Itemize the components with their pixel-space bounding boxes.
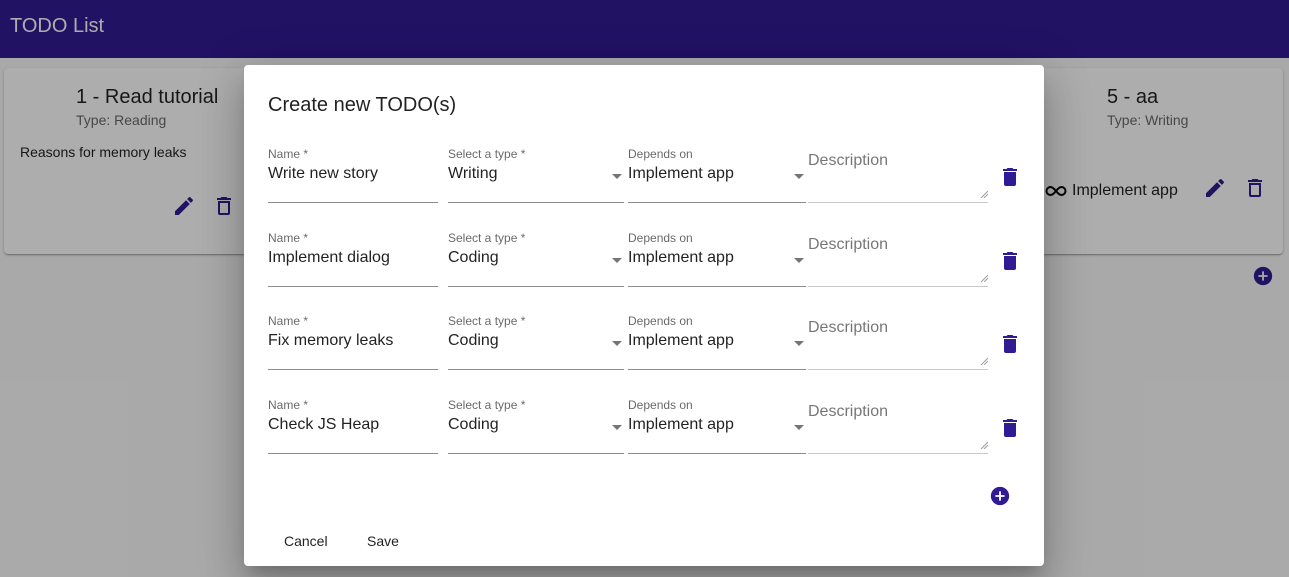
todo-form-row: Name * Implement dialog Select a type * … [268,231,1018,291]
todo-form-row: Name * Write new story Select a type * W… [268,147,1018,207]
resize-handle-icon[interactable] [980,274,988,282]
name-label: Name * [268,314,309,328]
depends-select[interactable]: Depends on Implement app [628,147,806,203]
depends-select[interactable]: Depends on Implement app [628,398,806,454]
type-label: Select a type * [448,231,526,245]
create-todo-dialog: Create new TODO(s) Name * Write new stor… [244,65,1044,566]
dropdown-arrow-icon[interactable] [794,341,804,346]
depends-label: Depends on [628,147,693,161]
name-label: Name * [268,398,309,412]
name-value[interactable]: Check JS Heap [268,416,379,434]
type-label: Select a type * [448,398,526,412]
save-button[interactable]: Save [351,523,415,559]
type-label: Select a type * [448,147,526,161]
depends-select[interactable]: Depends on Implement app [628,231,806,287]
delete-row-icon[interactable] [998,249,1022,273]
depends-label: Depends on [628,314,693,328]
delete-row-icon[interactable] [998,416,1022,440]
depends-value[interactable]: Implement app [628,416,734,434]
name-value[interactable]: Fix memory leaks [268,332,393,350]
type-select[interactable]: Select a type * Writing [448,147,624,203]
depends-label: Depends on [628,398,693,412]
dropdown-arrow-icon[interactable] [612,341,622,346]
name-field[interactable]: Name * Check JS Heap [268,398,438,454]
dropdown-arrow-icon[interactable] [612,425,622,430]
description-placeholder[interactable]: Description [808,152,888,170]
name-field[interactable]: Name * Implement dialog [268,231,438,287]
todo-form-row: Name * Fix memory leaks Select a type * … [268,314,1018,374]
delete-row-icon[interactable] [998,332,1022,356]
dropdown-arrow-icon[interactable] [794,174,804,179]
dropdown-arrow-icon[interactable] [612,258,622,263]
type-select[interactable]: Select a type * Coding [448,314,624,370]
name-field[interactable]: Name * Fix memory leaks [268,314,438,370]
delete-row-icon[interactable] [998,165,1022,189]
type-value[interactable]: Writing [448,165,498,183]
dropdown-arrow-icon[interactable] [794,425,804,430]
type-value[interactable]: Coding [448,332,499,350]
description-placeholder[interactable]: Description [808,319,888,337]
depends-value[interactable]: Implement app [628,332,734,350]
todo-form-row: Name * Check JS Heap Select a type * Cod… [268,398,1018,458]
name-value[interactable]: Implement dialog [268,249,390,267]
resize-handle-icon[interactable] [980,190,988,198]
cancel-button[interactable]: Cancel [268,523,344,559]
resize-handle-icon[interactable] [980,357,988,365]
resize-handle-icon[interactable] [980,441,988,449]
add-circle-icon [990,486,1010,506]
name-value[interactable]: Write new story [268,165,378,183]
type-value[interactable]: Coding [448,416,499,434]
name-label: Name * [268,231,309,245]
type-select[interactable]: Select a type * Coding [448,231,624,287]
type-label: Select a type * [448,314,526,328]
description-field[interactable]: Description [808,314,988,370]
description-placeholder[interactable]: Description [808,236,888,254]
description-field[interactable]: Description [808,231,988,287]
depends-select[interactable]: Depends on Implement app [628,314,806,370]
dialog-title: Create new TODO(s) [268,94,457,116]
add-row-button[interactable] [989,485,1011,507]
description-field[interactable]: Description [808,147,988,203]
depends-label: Depends on [628,231,693,245]
name-label: Name * [268,147,309,161]
dropdown-arrow-icon[interactable] [612,174,622,179]
depends-value[interactable]: Implement app [628,165,734,183]
dropdown-arrow-icon[interactable] [794,258,804,263]
type-select[interactable]: Select a type * Coding [448,398,624,454]
type-value[interactable]: Coding [448,249,499,267]
description-field[interactable]: Description [808,398,988,454]
description-placeholder[interactable]: Description [808,403,888,421]
name-field[interactable]: Name * Write new story [268,147,438,203]
depends-value[interactable]: Implement app [628,249,734,267]
